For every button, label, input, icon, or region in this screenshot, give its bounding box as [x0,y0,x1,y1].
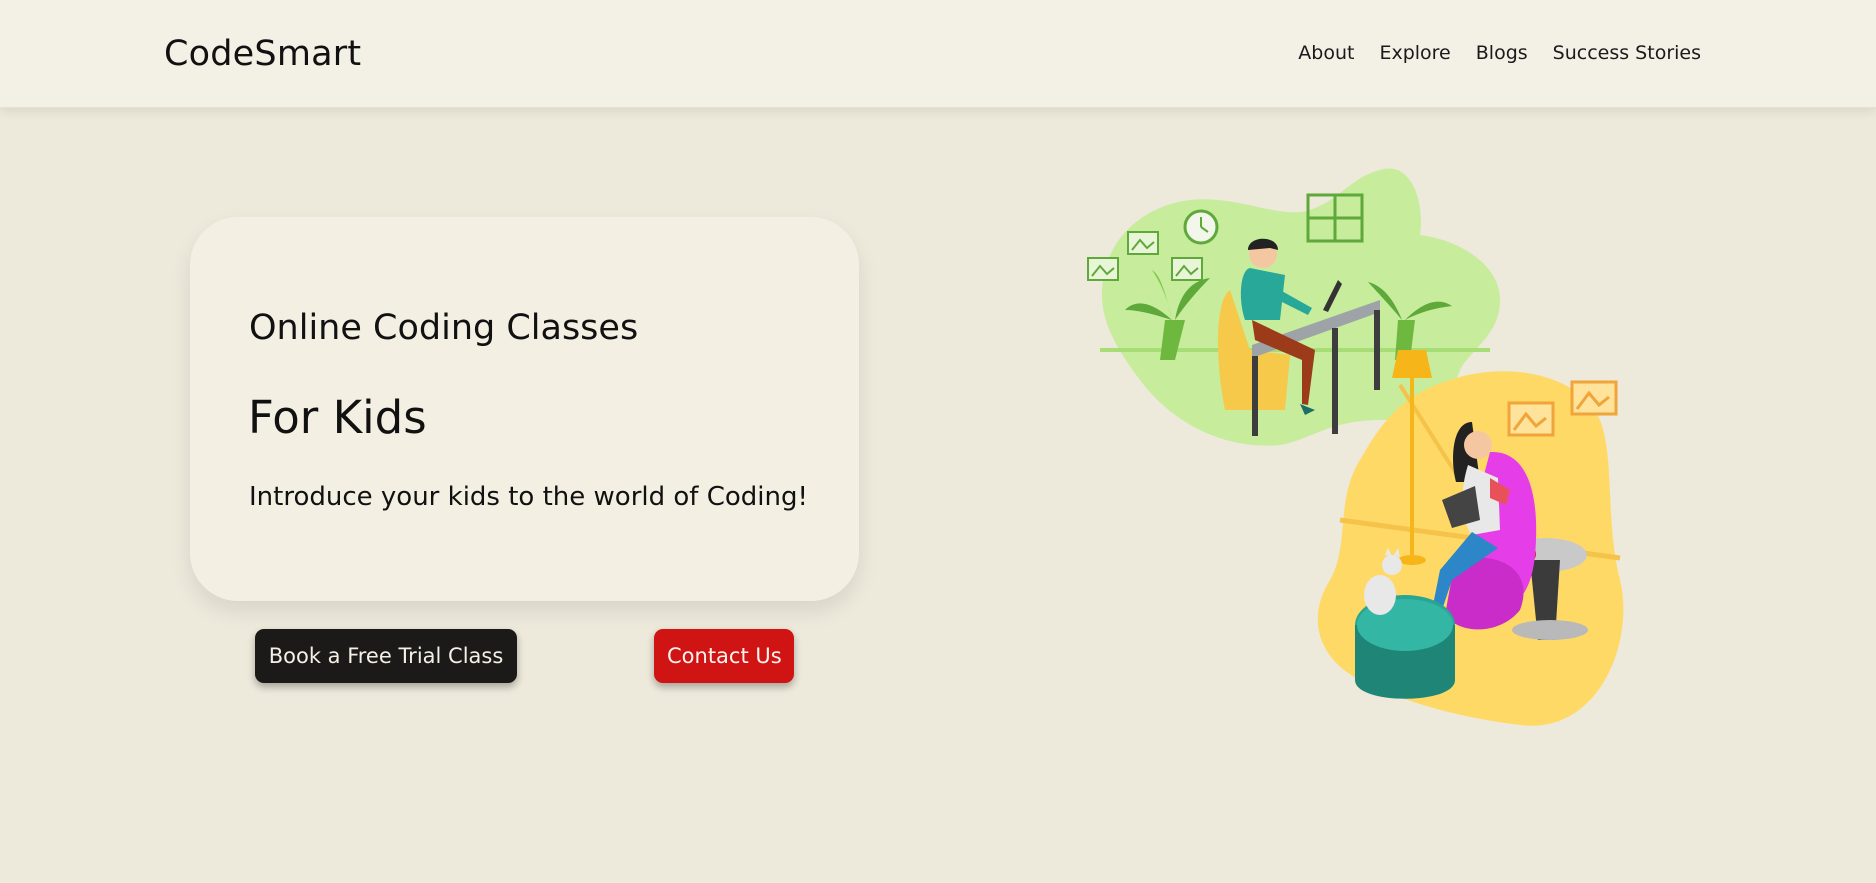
kids-coding-illustration [1087,168,1624,726]
hero-description: Introduce your kids to the world of Codi… [249,482,808,512]
contact-us-button[interactable]: Contact Us [654,629,794,683]
book-free-trial-button[interactable]: Book a Free Trial Class [255,629,517,683]
clock-icon [1183,209,1219,245]
nav-link-success-stories[interactable]: Success Stories [1553,42,1701,64]
picture-frame-icon [1087,257,1119,281]
picture-frame-icon [1570,380,1618,416]
navbar: CodeSmart About Explore Blogs Success St… [0,0,1876,108]
hero-card: Online Coding Classes For Kids Introduce… [190,217,859,601]
picture-frame-icon [1171,257,1203,281]
picture-frame-icon [1127,231,1159,255]
picture-frame-icon [1507,401,1555,437]
hero-title: Online Coding Classes [249,308,639,348]
nav-link-about[interactable]: About [1298,42,1354,64]
nav-links: About Explore Blogs Success Stories [1273,42,1701,64]
nav-link-blogs[interactable]: Blogs [1476,42,1528,64]
brand-logo[interactable]: CodeSmart [164,34,361,74]
hero-subtitle: For Kids [248,391,427,444]
nav-link-explore[interactable]: Explore [1379,42,1450,64]
